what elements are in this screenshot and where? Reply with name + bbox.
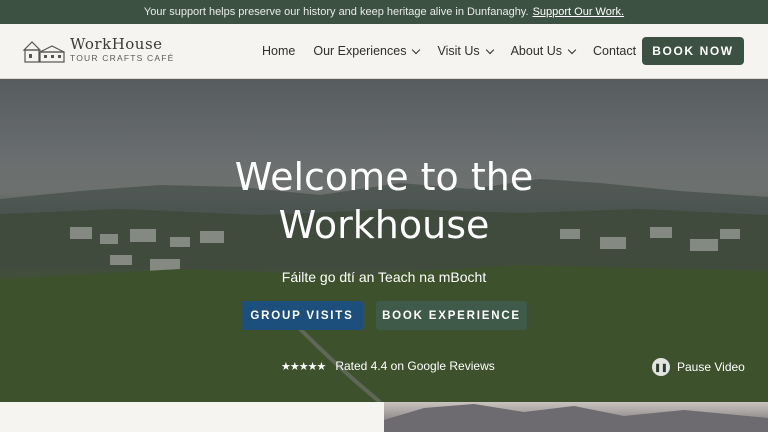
nav-item-our-experiences[interactable]: Our Experiences [313,44,421,58]
book-now-button[interactable]: BOOK NOW [642,37,744,65]
hero-section: Welcome to the Workhouse Fáilte go dtí a… [0,79,768,402]
google-rating[interactable]: ★★★★★ Rated 4.4 on Google Reviews [281,359,495,373]
announcement-text: Your support helps preserve our history … [143,6,529,18]
nav-item-visit-us[interactable]: Visit Us [437,44,494,58]
nav-item-about-us[interactable]: About Us [510,44,577,58]
mountain-image [384,404,768,432]
hero-title-line2: Workhouse [278,203,490,247]
hero-title: Welcome to the Workhouse [184,153,584,249]
nav-item-contact[interactable]: Contact [593,44,636,58]
pause-icon: ❚❚ [652,358,670,376]
pause-video-button[interactable]: ❚❚ Pause Video [652,358,745,376]
nav-item-label: About Us [510,44,563,58]
main-nav: Home Our Experiences Visit Us About Us C… [262,24,654,78]
support-link[interactable]: Support Our Work. [533,6,625,18]
pause-video-label: Pause Video [677,360,745,374]
star-rating-icon: ★★★★★ [281,360,326,373]
logo[interactable]: WorkHouse TOUR CRAFTS CAFÉ [22,36,175,64]
nav-item-label: Home [262,44,296,58]
nav-item-home[interactable]: Home [262,44,295,58]
content-section-left [0,402,384,432]
content-image [384,402,768,432]
hero-title-line1: Welcome to the [234,155,534,199]
nav-item-label: Our Experiences [313,44,407,58]
chevron-down-icon [412,45,421,54]
nav-item-label: Contact [593,44,637,58]
chevron-down-icon [485,45,494,54]
announcement-bar: Your support helps preserve our history … [0,0,768,24]
site-header: WorkHouse TOUR CRAFTS CAFÉ Home Our Expe… [0,24,768,79]
group-visits-button[interactable]: GROUP VISITS [241,301,363,330]
nav-item-label: Visit Us [437,44,480,58]
rating-text: Rated 4.4 on Google Reviews [335,359,495,373]
book-experience-button[interactable]: BOOK EXPERIENCE [376,301,527,330]
hero-subtitle: Fáilte go dtí an Teach na mBocht [281,269,487,285]
logo-title: WorkHouse [70,35,163,54]
chevron-down-icon [567,45,577,54]
workhouse-building-icon [22,41,65,63]
logo-subtitle: TOUR CRAFTS CAFÉ [70,53,175,64]
